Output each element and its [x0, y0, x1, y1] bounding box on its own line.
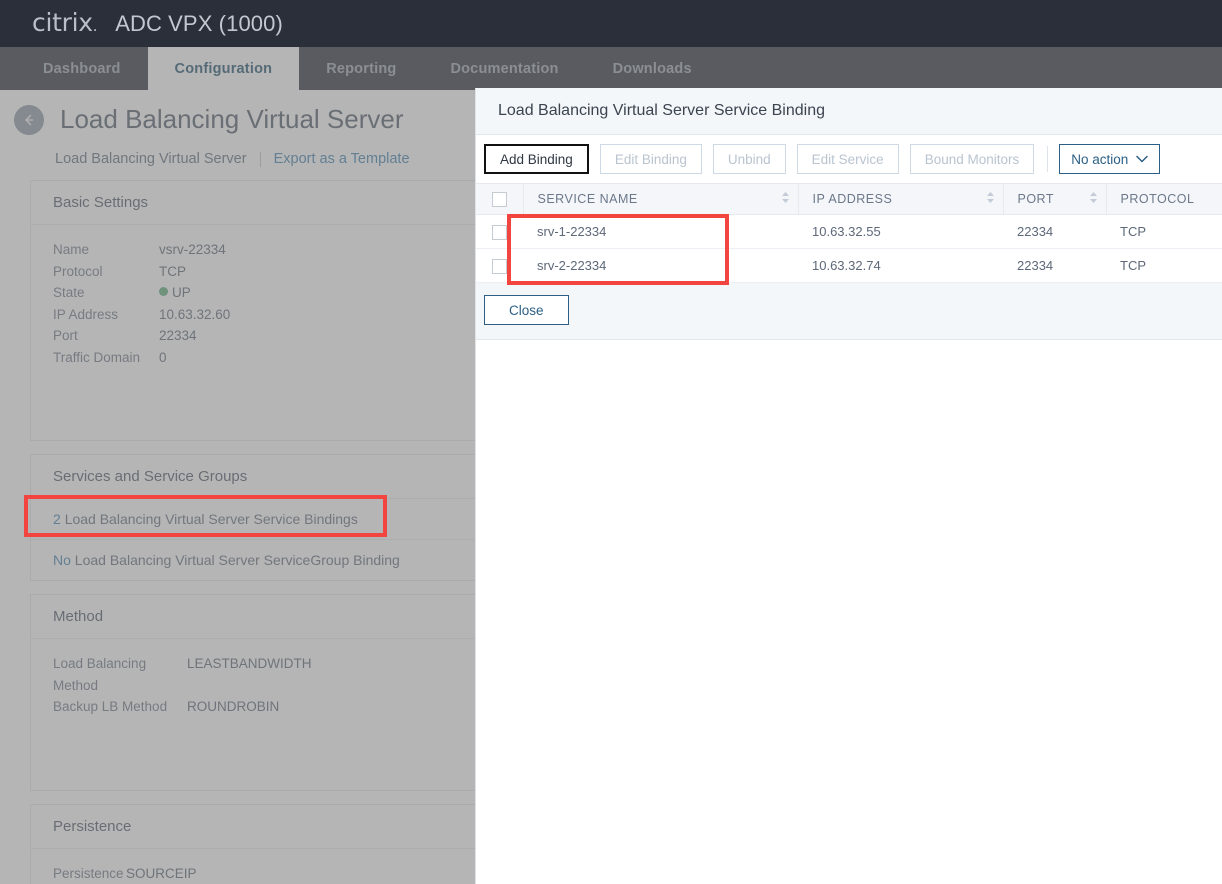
column-label: IP ADDRESS: [813, 192, 893, 206]
panel-toolbar: Add Binding Edit Binding Unbind Edit Ser…: [476, 135, 1222, 183]
action-select-dropdown[interactable]: No action: [1059, 144, 1160, 174]
service-binding-table: SERVICE NAME IP ADDRESS PORT: [476, 183, 1222, 283]
cell-service-name: srv-2-22334: [523, 249, 798, 283]
toolbar-divider: [1047, 146, 1048, 172]
column-label: PORT: [1018, 192, 1055, 206]
column-label: SERVICE NAME: [538, 192, 638, 206]
cell-port: 22334: [1003, 215, 1106, 249]
product-title: ADC VPX (1000): [115, 11, 283, 37]
column-header-service-name[interactable]: SERVICE NAME: [523, 184, 798, 215]
brand-bar: citrix. ADC VPX (1000): [0, 0, 1222, 47]
cell-protocol: TCP: [1106, 249, 1222, 283]
column-label: PROTOCOL: [1121, 192, 1195, 206]
cell-ip-address: 10.63.32.55: [798, 215, 1003, 249]
panel-title: Load Balancing Virtual Server Service Bi…: [476, 88, 1222, 135]
bound-monitors-button[interactable]: Bound Monitors: [910, 144, 1035, 174]
cell-port: 22334: [1003, 249, 1106, 283]
citrix-adc-app: citrix. ADC VPX (1000) Dashboard Configu…: [0, 0, 1222, 884]
add-binding-button[interactable]: Add Binding: [484, 144, 589, 174]
row-select-cell: [476, 249, 523, 283]
unbind-button[interactable]: Unbind: [713, 144, 786, 174]
select-all-checkbox[interactable]: [492, 192, 507, 207]
column-header-ip-address[interactable]: IP ADDRESS: [798, 184, 1003, 215]
action-select-label: No action: [1071, 152, 1128, 167]
edit-binding-button[interactable]: Edit Binding: [600, 144, 702, 174]
chevron-down-icon: [1136, 155, 1148, 163]
panel-footer: Close: [476, 283, 1222, 340]
table-header-row: SERVICE NAME IP ADDRESS PORT: [476, 184, 1222, 215]
close-button[interactable]: Close: [484, 295, 569, 325]
cell-protocol: TCP: [1106, 215, 1222, 249]
column-header-protocol[interactable]: PROTOCOL: [1106, 184, 1222, 215]
column-header-port[interactable]: PORT: [1003, 184, 1106, 215]
table-row[interactable]: srv-1-22334 10.63.32.55 22334 TCP: [476, 215, 1222, 249]
row-checkbox[interactable]: [492, 259, 507, 274]
edit-service-button[interactable]: Edit Service: [797, 144, 899, 174]
sort-icon: [781, 191, 790, 207]
row-select-cell: [476, 215, 523, 249]
cell-ip-address: 10.63.32.74: [798, 249, 1003, 283]
sort-icon: [986, 191, 995, 207]
cell-service-name: srv-1-22334: [523, 215, 798, 249]
select-all-header: [476, 184, 523, 215]
service-binding-panel: Load Balancing Virtual Server Service Bi…: [475, 88, 1222, 884]
row-checkbox[interactable]: [492, 225, 507, 240]
citrix-logo: citrix.: [32, 8, 97, 37]
sort-icon: [1089, 191, 1098, 207]
table-row[interactable]: srv-2-22334 10.63.32.74 22334 TCP: [476, 249, 1222, 283]
